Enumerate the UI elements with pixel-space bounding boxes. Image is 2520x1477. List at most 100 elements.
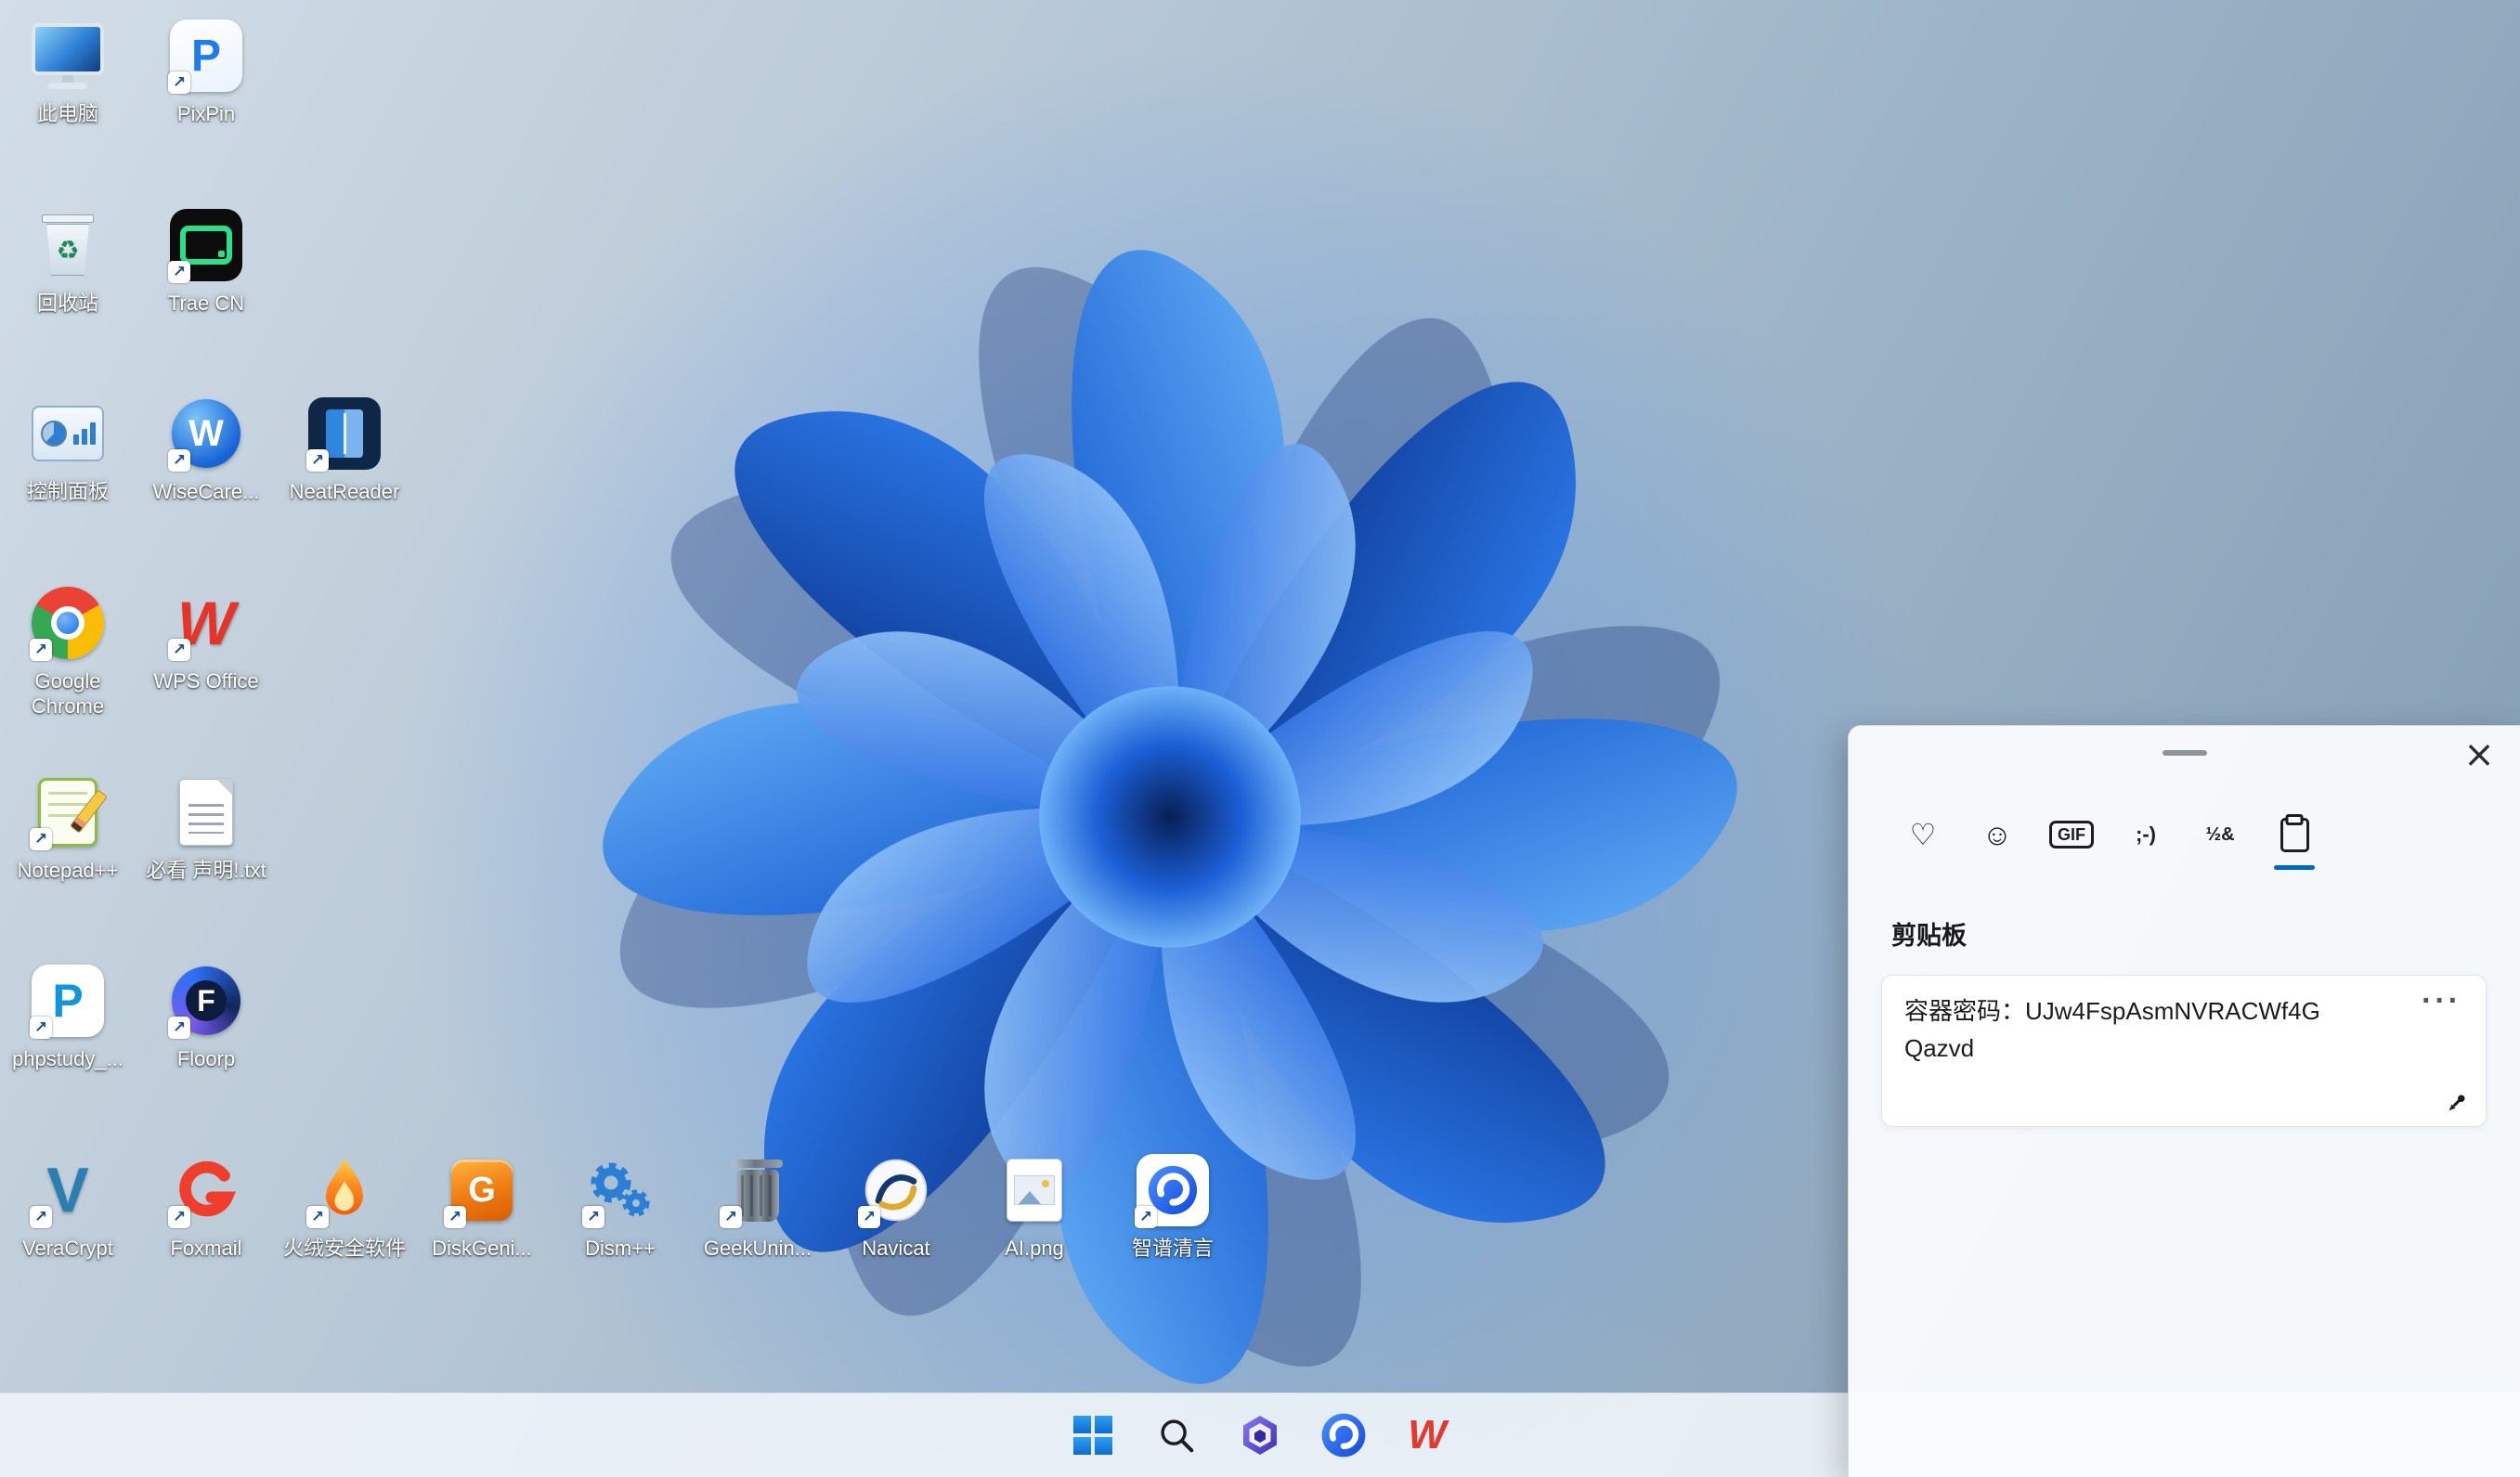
desktop-icon-label: Floorp: [176, 1047, 236, 1070]
wps-office-icon: ↗: [165, 582, 247, 664]
hexagon-app-icon: [1243, 1416, 1277, 1455]
shortcut-arrow-icon: ↗: [582, 1206, 604, 1228]
desktop-icon-label: Dism++: [585, 1237, 656, 1260]
image-file-icon: [994, 1149, 1075, 1231]
taskbar-app-wps[interactable]: W: [1398, 1406, 1456, 1464]
desktop-icon-wisecare[interactable]: ↗ WiseCare...: [146, 393, 266, 504]
kaomoji-icon: ;-): [2136, 823, 2156, 846]
desktop-icon-ai-png[interactable]: AI.png: [974, 1149, 1095, 1261]
desktop-icon-phpstudy[interactable]: ↗ phpstudy_...: [7, 960, 128, 1071]
shortcut-arrow-icon: ↗: [168, 261, 190, 283]
desktop-icon-label: DiskGeni...: [432, 1237, 532, 1260]
notepad-plus-plus-icon: ↗: [27, 771, 109, 853]
shortcut-arrow-icon: ↗: [30, 1017, 52, 1039]
desktop-icon-geek-uninstaller[interactable]: ↗ GeekUnin...: [697, 1149, 818, 1261]
desktop-icon-neatreader[interactable]: ↗ NeatReader: [284, 393, 405, 504]
clipboard-icon: [2280, 817, 2309, 852]
tab-recent[interactable]: ♡: [1886, 808, 1960, 862]
desktop-icon-foxmail[interactable]: ↗ Foxmail: [146, 1149, 266, 1261]
phpstudy-icon: ↗: [27, 960, 109, 1042]
foxmail-icon: ↗: [165, 1149, 247, 1231]
veracrypt-icon: ↗: [27, 1149, 109, 1231]
zhipu-qingyan-icon: ↗: [1132, 1149, 1214, 1231]
shortcut-arrow-icon: ↗: [720, 1206, 742, 1228]
more-options-button[interactable]: ···: [2418, 979, 2465, 1023]
symbols-icon: ½&: [2205, 823, 2235, 845]
desktop-icon-txt-file[interactable]: 必看 声明!.txt: [146, 771, 266, 883]
desktop-icon-diskgenius[interactable]: ↗ DiskGeni...: [422, 1149, 542, 1261]
taskbar-app-zhipu-qingyan[interactable]: [1315, 1406, 1372, 1464]
desktop-icon-navicat[interactable]: ↗ Navicat: [836, 1149, 956, 1261]
desktop-icon-label: Foxmail: [170, 1237, 242, 1260]
desktop-icon-label: 火绒安全软件: [282, 1237, 406, 1260]
desktop-icon-label: WiseCare...: [152, 480, 260, 503]
desktop-icon-huorong[interactable]: ↗ 火绒安全软件: [283, 1149, 406, 1261]
desktop-icon-google-chrome[interactable]: ↗ Google Chrome: [7, 582, 128, 719]
clipboard-panel: × ♡ ☺ GIF ;-) ½& 剪贴板 容器密码：UJw4FspAsmNVRA…: [1848, 725, 2520, 1477]
search-button[interactable]: [1148, 1406, 1205, 1464]
panel-title: 剪贴板: [1891, 922, 1967, 950]
trae-cn-icon: ↗: [165, 204, 247, 286]
desktop-icon-pixpin[interactable]: ↗ PixPin: [146, 15, 266, 126]
gears-icon: ↗: [579, 1149, 661, 1231]
shortcut-arrow-icon: ↗: [168, 1017, 190, 1039]
pin-icon: [2449, 1095, 2465, 1111]
shortcut-arrow-icon: ↗: [444, 1206, 466, 1228]
windows-logo-icon: [1073, 1416, 1112, 1455]
wps-logo-icon: W: [1408, 1412, 1447, 1458]
recycle-bin-icon: ♻: [27, 204, 109, 286]
floorp-icon: ↗: [165, 960, 247, 1042]
desktop-icon-dism-plus-plus[interactable]: ↗ Dism++: [560, 1149, 681, 1261]
taskbar-app-hexagon[interactable]: [1231, 1406, 1289, 1464]
shortcut-arrow-icon: ↗: [858, 1206, 880, 1228]
desktop-icon-notepad-plus-plus[interactable]: ↗ Notepad++: [7, 771, 128, 883]
shortcut-arrow-icon: ↗: [168, 449, 190, 472]
desktop-icon-floorp[interactable]: ↗ Floorp: [146, 960, 266, 1071]
desktop-icon-label: NeatReader: [289, 480, 400, 503]
tab-clipboard[interactable]: [2257, 808, 2332, 862]
google-chrome-icon: ↗: [27, 582, 109, 664]
tab-emoji[interactable]: ☺: [1960, 808, 2034, 862]
desktop-icon-label: Navicat: [862, 1237, 930, 1260]
tab-kaomoji[interactable]: ;-): [2109, 808, 2183, 862]
tab-gif[interactable]: GIF: [2034, 808, 2109, 862]
desktop-icon-veracrypt[interactable]: ↗ VeraCrypt: [7, 1149, 128, 1261]
desktop-icon-label: 控制面板: [26, 480, 109, 503]
shortcut-arrow-icon: ↗: [168, 71, 190, 94]
pin-button[interactable]: [2443, 1091, 2469, 1117]
start-button[interactable]: [1064, 1406, 1122, 1464]
close-button[interactable]: ×: [2454, 730, 2504, 780]
neatreader-icon: ↗: [304, 393, 385, 474]
desktop-icon-label: 智谱清言: [1131, 1237, 1214, 1260]
desktop-icon-label: 必看 声明!.txt: [146, 859, 266, 882]
desktop-icon-wps-office[interactable]: ↗ WPS Office: [146, 582, 266, 693]
desktop-icon-recycle-bin[interactable]: ♻ 回收站: [7, 204, 128, 316]
control-panel-icon: [27, 393, 109, 474]
search-icon: [1161, 1419, 1194, 1453]
desktop-icon-label: 此电脑: [36, 102, 98, 125]
recycle-symbol-icon: ♻: [56, 235, 80, 265]
trash-can-icon: ↗: [717, 1149, 799, 1231]
panel-drag-handle[interactable]: [2163, 750, 2207, 756]
wisecare-icon: ↗: [165, 393, 247, 474]
desktop-icon-label: phpstudy_...: [12, 1047, 123, 1070]
shortcut-arrow-icon: ↗: [30, 828, 52, 850]
shortcut-arrow-icon: ↗: [30, 1206, 52, 1228]
shortcut-arrow-icon: ↗: [168, 639, 190, 661]
desktop-icon-control-panel[interactable]: 控制面板: [7, 393, 128, 504]
clipboard-item[interactable]: 容器密码：UJw4FspAsmNVRACWf4GQazvd ···: [1881, 975, 2487, 1127]
shortcut-arrow-icon: ↗: [30, 639, 52, 661]
tab-symbols[interactable]: ½&: [2183, 808, 2257, 862]
desktop-icon-zhipu-qingyan[interactable]: ↗ 智谱清言: [1112, 1149, 1233, 1261]
shortcut-arrow-icon: ↗: [1135, 1206, 1157, 1228]
diskgenius-icon: ↗: [441, 1149, 523, 1231]
pixpin-icon: ↗: [165, 15, 247, 97]
desktop-icon-label: Trae CN: [167, 292, 245, 315]
desktop-icon-this-pc[interactable]: 此电脑: [7, 15, 128, 126]
desktop-icon-label: GeekUnin...: [703, 1237, 812, 1260]
desktop-icon-label: WPS Office: [153, 669, 259, 693]
heart-icon: ♡: [1909, 818, 1937, 851]
desktop-icon-label: PixPin: [176, 102, 236, 125]
desktop-icon-trae-cn[interactable]: ↗ Trae CN: [146, 204, 266, 316]
desktop-icon-label: AI.png: [1005, 1237, 1064, 1260]
